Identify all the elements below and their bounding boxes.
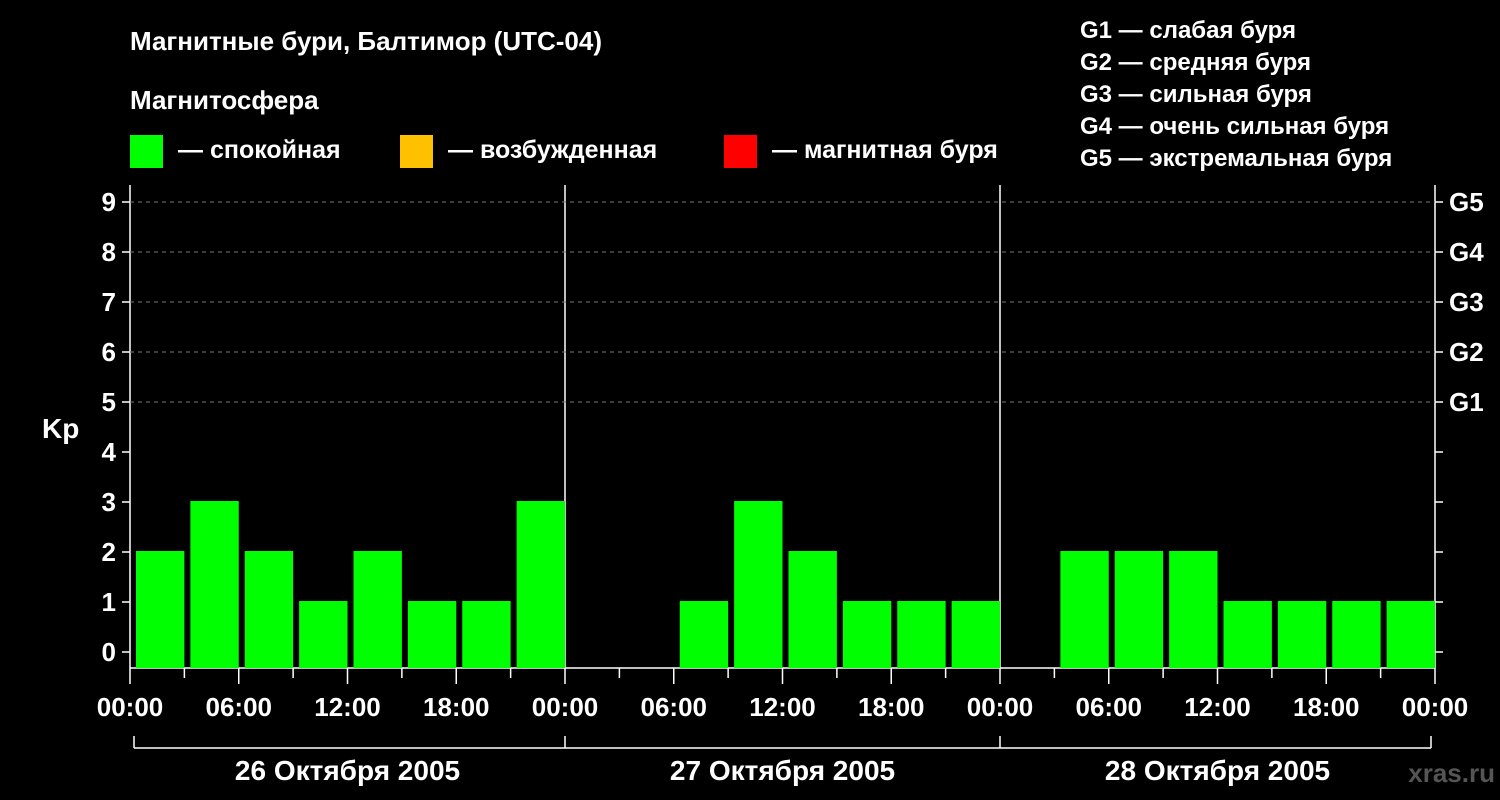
x-tick-label: 06:00 [1076,692,1143,722]
y-tick-label: 8 [102,237,116,267]
legend-label-excited: — возбужденная [448,136,657,164]
kp-bar [244,551,294,668]
x-tick-label: 12:00 [314,692,381,722]
g-scale-g3: G3 — сильная буря [1080,81,1312,108]
y-tick-label: 3 [102,487,116,517]
g-tick-label: G2 [1449,337,1484,367]
x-tick-label: 12:00 [749,692,816,722]
g-scale-g2: G2 — средняя буря [1080,49,1311,76]
day-label: 28 Октября 2005 [1105,755,1330,786]
x-tick-label: 00:00 [1402,692,1469,722]
x-tick-label: 18:00 [1293,692,1360,722]
watermark: xras.ru [1408,758,1495,788]
legend-title: Магнитосфера [130,85,319,115]
x-tick-label: 00:00 [532,692,599,722]
kp-bar [1114,551,1164,668]
x-tick-label: 18:00 [858,692,925,722]
y-tick-label: 5 [102,387,116,417]
x-tick-label: 12:00 [1184,692,1251,722]
y-tick-label: 2 [102,537,116,567]
plot-area: 0 1 2 3 4 5 6 7 8 9 G1 G2 G3 G4 G5 00:00 06:00 12:00 18:00… [97,185,1484,786]
kp-bar [516,501,565,668]
legend: — спокойная — возбужденная — магнитная б… [130,135,998,168]
x-tick-label: 06:00 [206,692,273,722]
g-tick-label: G4 [1449,237,1484,267]
day-label: 26 Октября 2005 [235,755,460,786]
kp-bar [1386,601,1435,668]
kp-bar [1332,601,1381,668]
day-label: 27 Октября 2005 [670,755,895,786]
x-tick-label: 18:00 [423,692,490,722]
y-tick-label: 7 [102,287,116,317]
y-tick-label: 1 [102,587,116,617]
g-tick-label: G3 [1449,287,1484,317]
kp-chart: Магнитные бури, Балтимор (UTC-04) Магнит… [42,17,1495,788]
kp-bar [407,601,457,668]
legend-swatch-calm [130,135,163,168]
legend-swatch-storm [724,135,757,168]
legend-swatch-excited [400,135,433,168]
kp-bar [1223,601,1272,668]
g-tick-label: G1 [1449,387,1484,417]
kp-bar [734,501,783,668]
chart-title: Магнитные бури, Балтимор (UTC-04) [130,26,602,56]
g-tick-label: G5 [1449,187,1484,217]
g-scale-g1: G1 — слабая буря [1080,17,1296,44]
legend-label-calm: — спокойная [178,136,341,164]
y-tick-label: 9 [102,187,116,217]
kp-bar [462,601,511,668]
y-tick-label: 4 [102,437,117,467]
kp-bar [1060,551,1109,668]
legend-label-storm: — магнитная буря [772,136,998,164]
x-tick-label: 06:00 [641,692,708,722]
g-scale-legend: G1 — слабая буря G2 — средняя буря G3 — … [1080,17,1392,172]
x-tick-label: 00:00 [967,692,1034,722]
kp-bar [1169,551,1218,668]
kp-bar [190,501,239,668]
kp-bar [136,551,185,668]
kp-bar [897,601,946,668]
kp-bar [1277,601,1327,668]
kp-bar [788,551,837,668]
kp-bar [951,601,1000,668]
g-scale-g5: G5 — экстремальная буря [1080,145,1392,172]
y-tick-label: 6 [102,337,116,367]
y-axis-label: Kp [42,413,79,444]
x-tick-label: 00:00 [97,692,164,722]
kp-bar [842,601,892,668]
y-tick-label: 0 [102,637,116,667]
kp-bar [299,601,348,668]
kp-bar [679,601,729,668]
kp-bar [353,551,402,668]
g-scale-g4: G4 — очень сильная буря [1080,113,1389,140]
